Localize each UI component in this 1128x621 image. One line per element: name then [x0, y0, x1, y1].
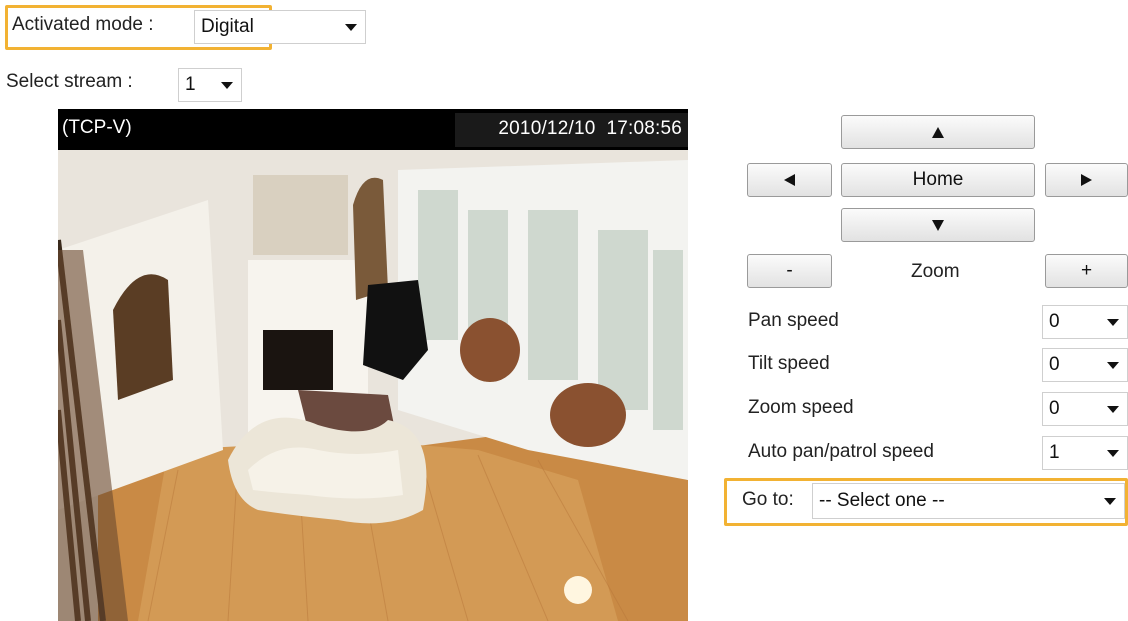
chevron-down-icon: [1107, 362, 1119, 369]
zoom-out-button[interactable]: -: [747, 254, 832, 288]
zoom-speed-label: Zoom speed: [748, 397, 854, 418]
live-video-image: [58, 150, 688, 621]
select-stream-select[interactable]: 1: [178, 68, 242, 102]
tilt-up-button[interactable]: [841, 115, 1035, 149]
activated-mode-label: Activated mode :: [12, 14, 154, 35]
chevron-down-icon: [1107, 406, 1119, 413]
chevron-down-icon: [345, 24, 357, 31]
select-stream-label: Select stream :: [6, 71, 133, 92]
arrow-right-icon: [1081, 174, 1092, 186]
tilt-speed-value: 0: [1049, 354, 1060, 375]
chevron-down-icon: [1107, 319, 1119, 326]
zoom-label: Zoom: [911, 261, 960, 282]
zoom-in-label: +: [1080, 260, 1093, 281]
chevron-down-icon: [221, 82, 233, 89]
select-stream-value: 1: [185, 74, 196, 95]
pan-speed-label: Pan speed: [748, 310, 839, 331]
goto-preset-select[interactable]: -- Select one --: [812, 483, 1125, 519]
tilt-down-button[interactable]: [841, 208, 1035, 242]
zoom-speed-value: 0: [1049, 398, 1060, 419]
video-viewer[interactable]: (TCP-V) 2010/12/10 17:08:56: [58, 109, 688, 621]
activated-mode-value: Digital: [201, 16, 254, 37]
pan-speed-select[interactable]: 0: [1042, 305, 1128, 339]
timestamp: 2010/12/10 17:08:56: [498, 118, 682, 139]
pan-right-button[interactable]: [1045, 163, 1128, 197]
zoom-out-label: -: [786, 260, 793, 281]
protocol-label: (TCP-V): [62, 117, 132, 138]
goto-label: Go to:: [742, 489, 794, 510]
activated-mode-select[interactable]: Digital: [194, 10, 366, 44]
pan-speed-value: 0: [1049, 311, 1060, 332]
arrow-up-icon: [932, 126, 944, 138]
home-button[interactable]: Home: [841, 163, 1035, 197]
auto-pan-patrol-speed-value: 1: [1049, 442, 1060, 463]
auto-pan-patrol-speed-label: Auto pan/patrol speed: [748, 441, 934, 462]
chevron-down-icon: [1107, 450, 1119, 457]
zoom-speed-select[interactable]: 0: [1042, 392, 1128, 426]
zoom-in-button[interactable]: +: [1045, 254, 1128, 288]
goto-preset-value: -- Select one --: [819, 490, 945, 511]
arrow-down-icon: [932, 219, 944, 231]
auto-pan-patrol-speed-select[interactable]: 1: [1042, 436, 1128, 470]
arrow-left-icon: [784, 174, 795, 186]
home-button-label: Home: [912, 169, 964, 190]
chevron-down-icon: [1104, 498, 1116, 505]
tilt-speed-label: Tilt speed: [748, 353, 830, 374]
tilt-speed-select[interactable]: 0: [1042, 348, 1128, 382]
pan-left-button[interactable]: [747, 163, 832, 197]
